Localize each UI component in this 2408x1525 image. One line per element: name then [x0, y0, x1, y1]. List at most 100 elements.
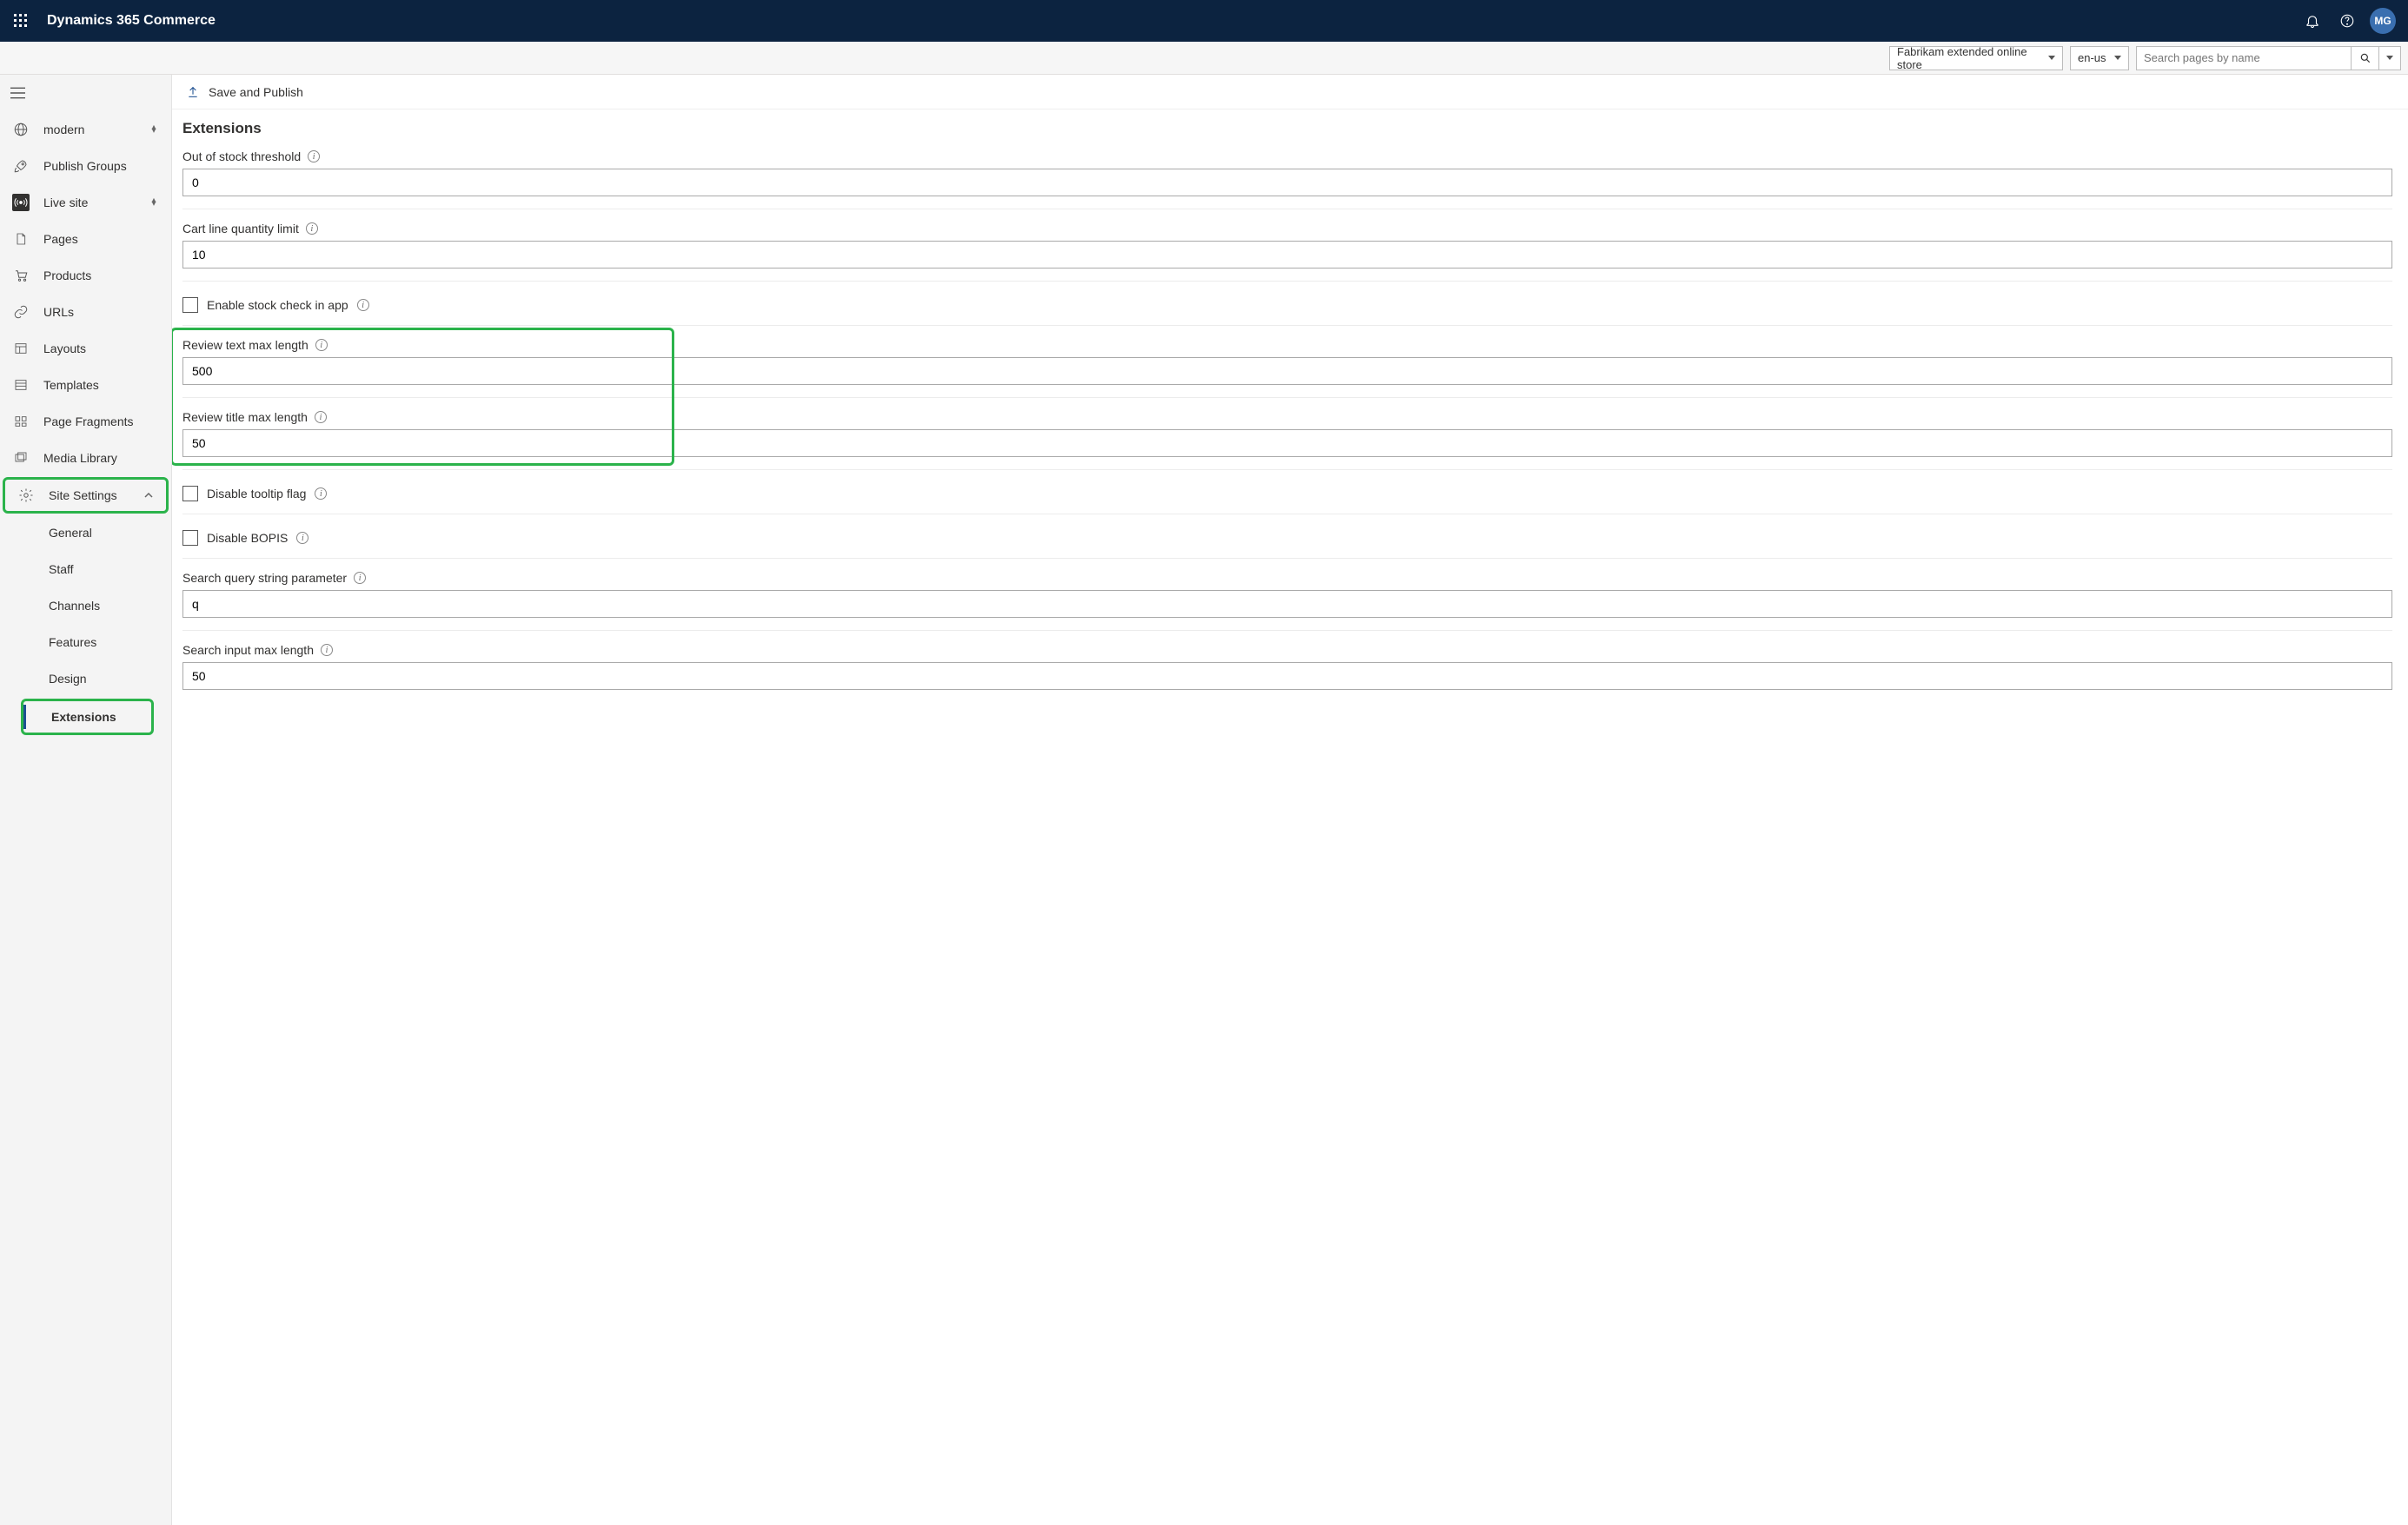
disable-tooltip-checkbox[interactable]: [182, 486, 198, 501]
review-text-max-input[interactable]: [182, 357, 2392, 385]
field-cart-line-qty: Cart line quantity limit i: [182, 222, 2392, 269]
nav-label: Staff: [49, 562, 74, 576]
sort-icon: ▴▾: [147, 196, 161, 209]
divider: [182, 325, 2392, 326]
context-bar: Fabrikam extended online store en-us: [0, 42, 2408, 75]
info-icon[interactable]: i: [296, 532, 308, 544]
field-enable-stock-check: Enable stock check in app i: [182, 297, 2392, 313]
info-icon[interactable]: i: [354, 572, 366, 584]
info-icon[interactable]: i: [308, 150, 320, 162]
nav-layouts[interactable]: Layouts: [0, 330, 171, 367]
link-icon: [12, 303, 30, 321]
field-search-input-max: Search input max length i: [182, 643, 2392, 690]
app-launcher[interactable]: [7, 7, 35, 35]
broadcast-icon: [12, 194, 30, 211]
store-selector[interactable]: Fabrikam extended online store: [1889, 46, 2063, 70]
nav-label: modern: [43, 123, 133, 136]
user-avatar[interactable]: MG: [2370, 8, 2396, 34]
field-label: Review text max length: [182, 338, 308, 352]
field-review-text-max: Review text max length i: [182, 338, 2392, 385]
subnav-extensions[interactable]: Extensions: [21, 699, 154, 735]
divider: [182, 281, 2392, 282]
info-icon[interactable]: i: [315, 487, 327, 500]
info-icon[interactable]: i: [315, 339, 328, 351]
subnav-design[interactable]: Design: [0, 660, 171, 697]
page-icon: [12, 230, 30, 248]
hamburger-menu[interactable]: [0, 75, 171, 111]
field-review-title-max: Review title max length i: [182, 410, 2392, 457]
language-selector-label: en-us: [2078, 51, 2106, 64]
nav-label: Media Library: [43, 451, 161, 465]
nav-pages[interactable]: Pages: [0, 221, 171, 257]
page-search: [2136, 46, 2401, 70]
action-bar: Save and Publish: [172, 75, 2408, 109]
field-label: Search query string parameter: [182, 571, 347, 585]
field-label: Disable BOPIS: [207, 531, 288, 545]
nav-label: Products: [43, 269, 161, 282]
divider: [182, 630, 2392, 631]
search-input-max-input[interactable]: [182, 662, 2392, 690]
avatar-initials: MG: [2374, 15, 2391, 27]
subnav-staff[interactable]: Staff: [0, 551, 171, 587]
nav-label: Channels: [49, 599, 100, 613]
field-label: Disable tooltip flag: [207, 487, 306, 501]
content-area: Save and Publish Extensions Out of stock…: [172, 75, 2408, 1525]
nav-label: Live site: [43, 196, 133, 209]
subnav-features[interactable]: Features: [0, 624, 171, 660]
nav-templates[interactable]: Templates: [0, 367, 171, 403]
main-layout: modern ▴▾ Publish Groups Live site ▴▾ Pa…: [0, 75, 2408, 1525]
nav-products[interactable]: Products: [0, 257, 171, 294]
info-icon[interactable]: i: [306, 222, 318, 235]
nav-publish-groups[interactable]: Publish Groups: [0, 148, 171, 184]
settings-scroll-area[interactable]: Extensions Out of stock threshold i Cart…: [172, 109, 2408, 1525]
nav-site-settings[interactable]: Site Settings: [3, 477, 169, 514]
info-icon[interactable]: i: [321, 644, 333, 656]
chevron-down-icon: [2114, 56, 2121, 60]
chevron-down-icon: [2386, 56, 2393, 60]
chevron-down-icon: [2048, 56, 2055, 60]
globe-icon: [12, 121, 30, 138]
template-icon: [12, 376, 30, 394]
help-button[interactable]: [2330, 0, 2365, 42]
rocket-icon: [12, 157, 30, 175]
nav-label: Layouts: [43, 341, 161, 355]
info-icon[interactable]: i: [315, 411, 327, 423]
nav-label: Site Settings: [49, 488, 128, 502]
subnav-channels[interactable]: Channels: [0, 587, 171, 624]
field-search-query-param: Search query string parameter i: [182, 571, 2392, 618]
save-and-publish-button[interactable]: Save and Publish: [209, 85, 303, 99]
field-disable-tooltip: Disable tooltip flag i: [182, 486, 2392, 501]
nav-label: General: [49, 526, 92, 540]
page-search-input[interactable]: [2136, 46, 2351, 70]
media-icon: [12, 449, 30, 467]
publish-icon: [186, 85, 200, 99]
search-options-button[interactable]: [2378, 46, 2401, 70]
field-label: Cart line quantity limit: [182, 222, 299, 235]
fragment-icon: [12, 413, 30, 430]
nav-label: Publish Groups: [43, 159, 161, 173]
cart-line-qty-input[interactable]: [182, 241, 2392, 269]
subnav-general[interactable]: General: [0, 514, 171, 551]
nav-site-switcher[interactable]: modern ▴▾: [0, 111, 171, 148]
notifications-button[interactable]: [2295, 0, 2330, 42]
app-name: Dynamics 365 Commerce: [47, 13, 216, 29]
info-icon[interactable]: i: [357, 299, 369, 311]
review-title-max-input[interactable]: [182, 429, 2392, 457]
out-of-stock-input[interactable]: [182, 169, 2392, 196]
search-query-param-input[interactable]: [182, 590, 2392, 618]
nav-label: Extensions: [51, 710, 116, 724]
disable-bopis-checkbox[interactable]: [182, 530, 198, 546]
nav-live-site[interactable]: Live site ▴▾: [0, 184, 171, 221]
language-selector[interactable]: en-us: [2070, 46, 2129, 70]
nav-label: Templates: [43, 378, 161, 392]
divider: [182, 558, 2392, 559]
nav-media-library[interactable]: Media Library: [0, 440, 171, 476]
nav-page-fragments[interactable]: Page Fragments: [0, 403, 171, 440]
nav-label: URLs: [43, 305, 161, 319]
nav-urls[interactable]: URLs: [0, 294, 171, 330]
enable-stock-check-checkbox[interactable]: [182, 297, 198, 313]
search-button[interactable]: [2351, 46, 2378, 70]
field-disable-bopis: Disable BOPIS i: [182, 530, 2392, 546]
nav-label: Pages: [43, 232, 161, 246]
field-label: Review title max length: [182, 410, 308, 424]
